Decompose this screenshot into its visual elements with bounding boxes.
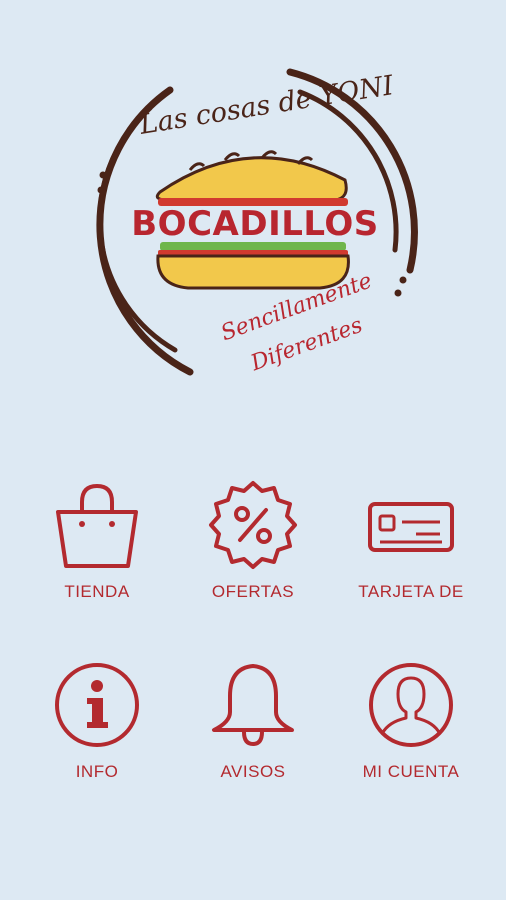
menu-item-avisos[interactable]: AVISOS: [178, 660, 328, 810]
menu-item-mi-cuenta[interactable]: MI CUENTA: [336, 660, 486, 810]
menu-item-ofertas[interactable]: OFERTAS: [178, 480, 328, 630]
menu-item-tarjeta[interactable]: TARJETA DE: [336, 480, 486, 630]
avisos-label: AVISOS: [220, 762, 286, 781]
info-icon: [55, 663, 139, 747]
user-icon: [369, 663, 453, 747]
menu-item-info[interactable]: INFO: [22, 660, 172, 810]
menu-item-tienda[interactable]: TIENDA: [22, 480, 172, 630]
card-icon: [368, 502, 454, 552]
shopping-bag-icon: [56, 483, 138, 568]
app-logo: Las cosas de YONI BOCADILLOS Sencillamen…: [0, 0, 506, 420]
brand-name: BOCADILLOS: [131, 204, 379, 244]
tarjeta-label: TARJETA DE: [358, 582, 464, 601]
ofertas-label: OFERTAS: [211, 582, 295, 601]
percent-badge-icon: [209, 481, 297, 569]
info-label: INFO: [75, 762, 119, 781]
tienda-label: TIENDA: [64, 582, 130, 601]
mi-cuenta-label: MI CUENTA: [362, 762, 460, 781]
bell-icon: [212, 664, 294, 747]
